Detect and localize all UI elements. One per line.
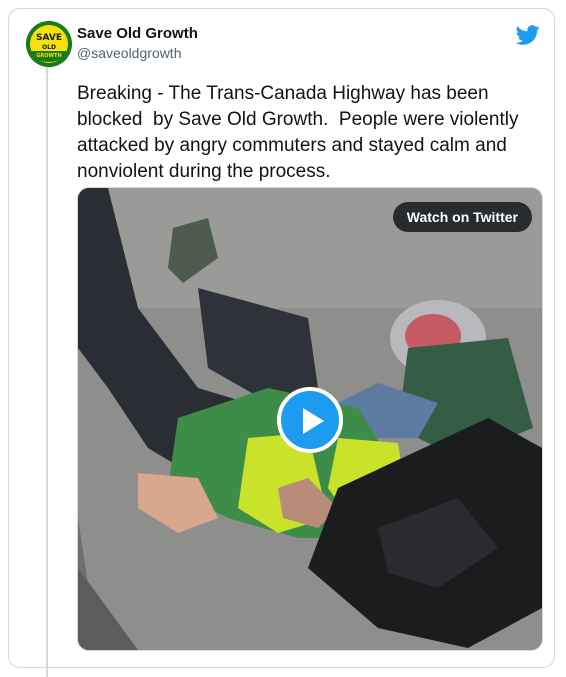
tweet-card[interactable]: SAVE OLD GROWTH Save Old Growth @saveold… [8,8,555,677]
watch-on-twitter-button[interactable]: Watch on Twitter [392,202,532,232]
avatar-logo: SAVE OLD GROWTH [26,21,72,67]
avatar-text-save: SAVE [36,33,62,43]
user-handle[interactable]: @saveoldgrowth [77,45,182,61]
twitter-bird-icon[interactable] [516,23,540,47]
avatar-text-old: OLD [42,44,56,51]
thread-line [46,67,48,677]
avatar[interactable]: SAVE OLD GROWTH [26,21,72,67]
video-player[interactable]: Watch on Twitter [77,187,543,651]
play-button[interactable] [277,387,343,453]
avatar-text-growth: GROWTH [36,53,61,59]
play-icon [303,408,324,434]
tweet-text: Breaking - The Trans-Canada Highway has … [77,83,524,182]
display-name[interactable]: Save Old Growth [77,25,198,42]
